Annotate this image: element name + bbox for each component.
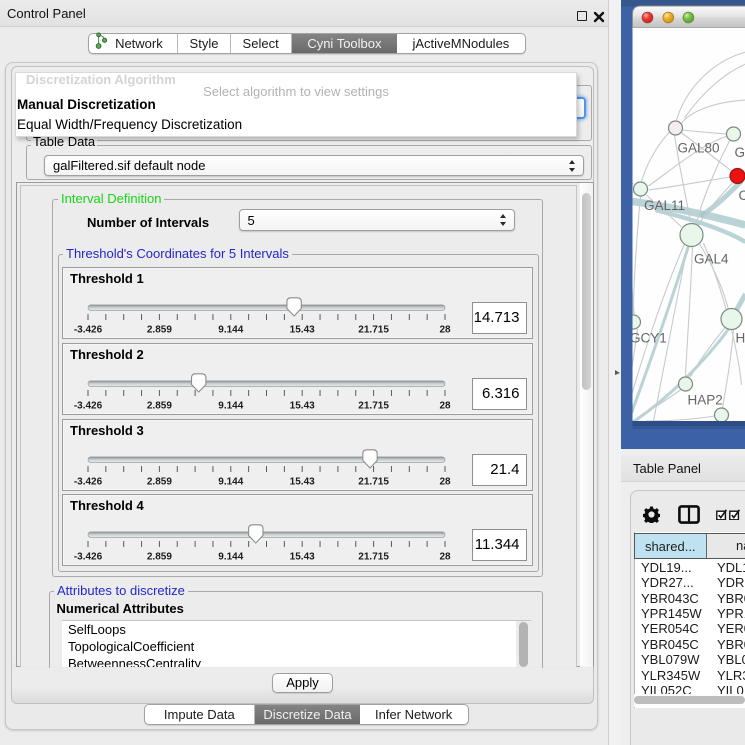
svg-text:C: C (738, 188, 745, 203)
svg-text:-3.426: -3.426 (74, 401, 103, 412)
svg-text:GAL11: GAL11 (644, 198, 685, 213)
svg-text:21.715: 21.715 (358, 477, 389, 488)
svg-text:HAP2: HAP2 (687, 393, 722, 408)
svg-text:9.144: 9.144 (218, 401, 243, 412)
svg-text:GAL4: GAL4 (694, 252, 729, 267)
svg-text:28: 28 (439, 477, 451, 488)
svg-text:-3.426: -3.426 (74, 325, 103, 336)
svg-text:15.43: 15.43 (290, 401, 315, 412)
svg-text:28: 28 (439, 325, 451, 336)
svg-text:GCY1: GCY1 (630, 331, 667, 346)
svg-text:2.859: 2.859 (147, 552, 172, 563)
svg-text:9.144: 9.144 (218, 552, 243, 563)
svg-text:GAL80: GAL80 (677, 141, 719, 156)
svg-text:9.144: 9.144 (218, 477, 243, 488)
svg-text:21.715: 21.715 (358, 552, 389, 563)
svg-text:21.715: 21.715 (358, 325, 389, 336)
svg-text:15.43: 15.43 (290, 325, 315, 336)
svg-text:28: 28 (439, 401, 451, 412)
svg-text:2.859: 2.859 (147, 477, 172, 488)
svg-text:21.715: 21.715 (358, 401, 389, 412)
svg-text:-3.426: -3.426 (74, 552, 103, 563)
svg-text:GA: GA (734, 145, 745, 160)
svg-text:15.43: 15.43 (290, 477, 315, 488)
svg-text:H: H (735, 331, 745, 346)
svg-text:15.43: 15.43 (290, 552, 315, 563)
svg-text:9.144: 9.144 (218, 325, 243, 336)
svg-text:2.859: 2.859 (147, 325, 172, 336)
svg-text:-3.426: -3.426 (74, 477, 103, 488)
svg-text:2.859: 2.859 (147, 401, 172, 412)
svg-text:28: 28 (439, 552, 451, 563)
